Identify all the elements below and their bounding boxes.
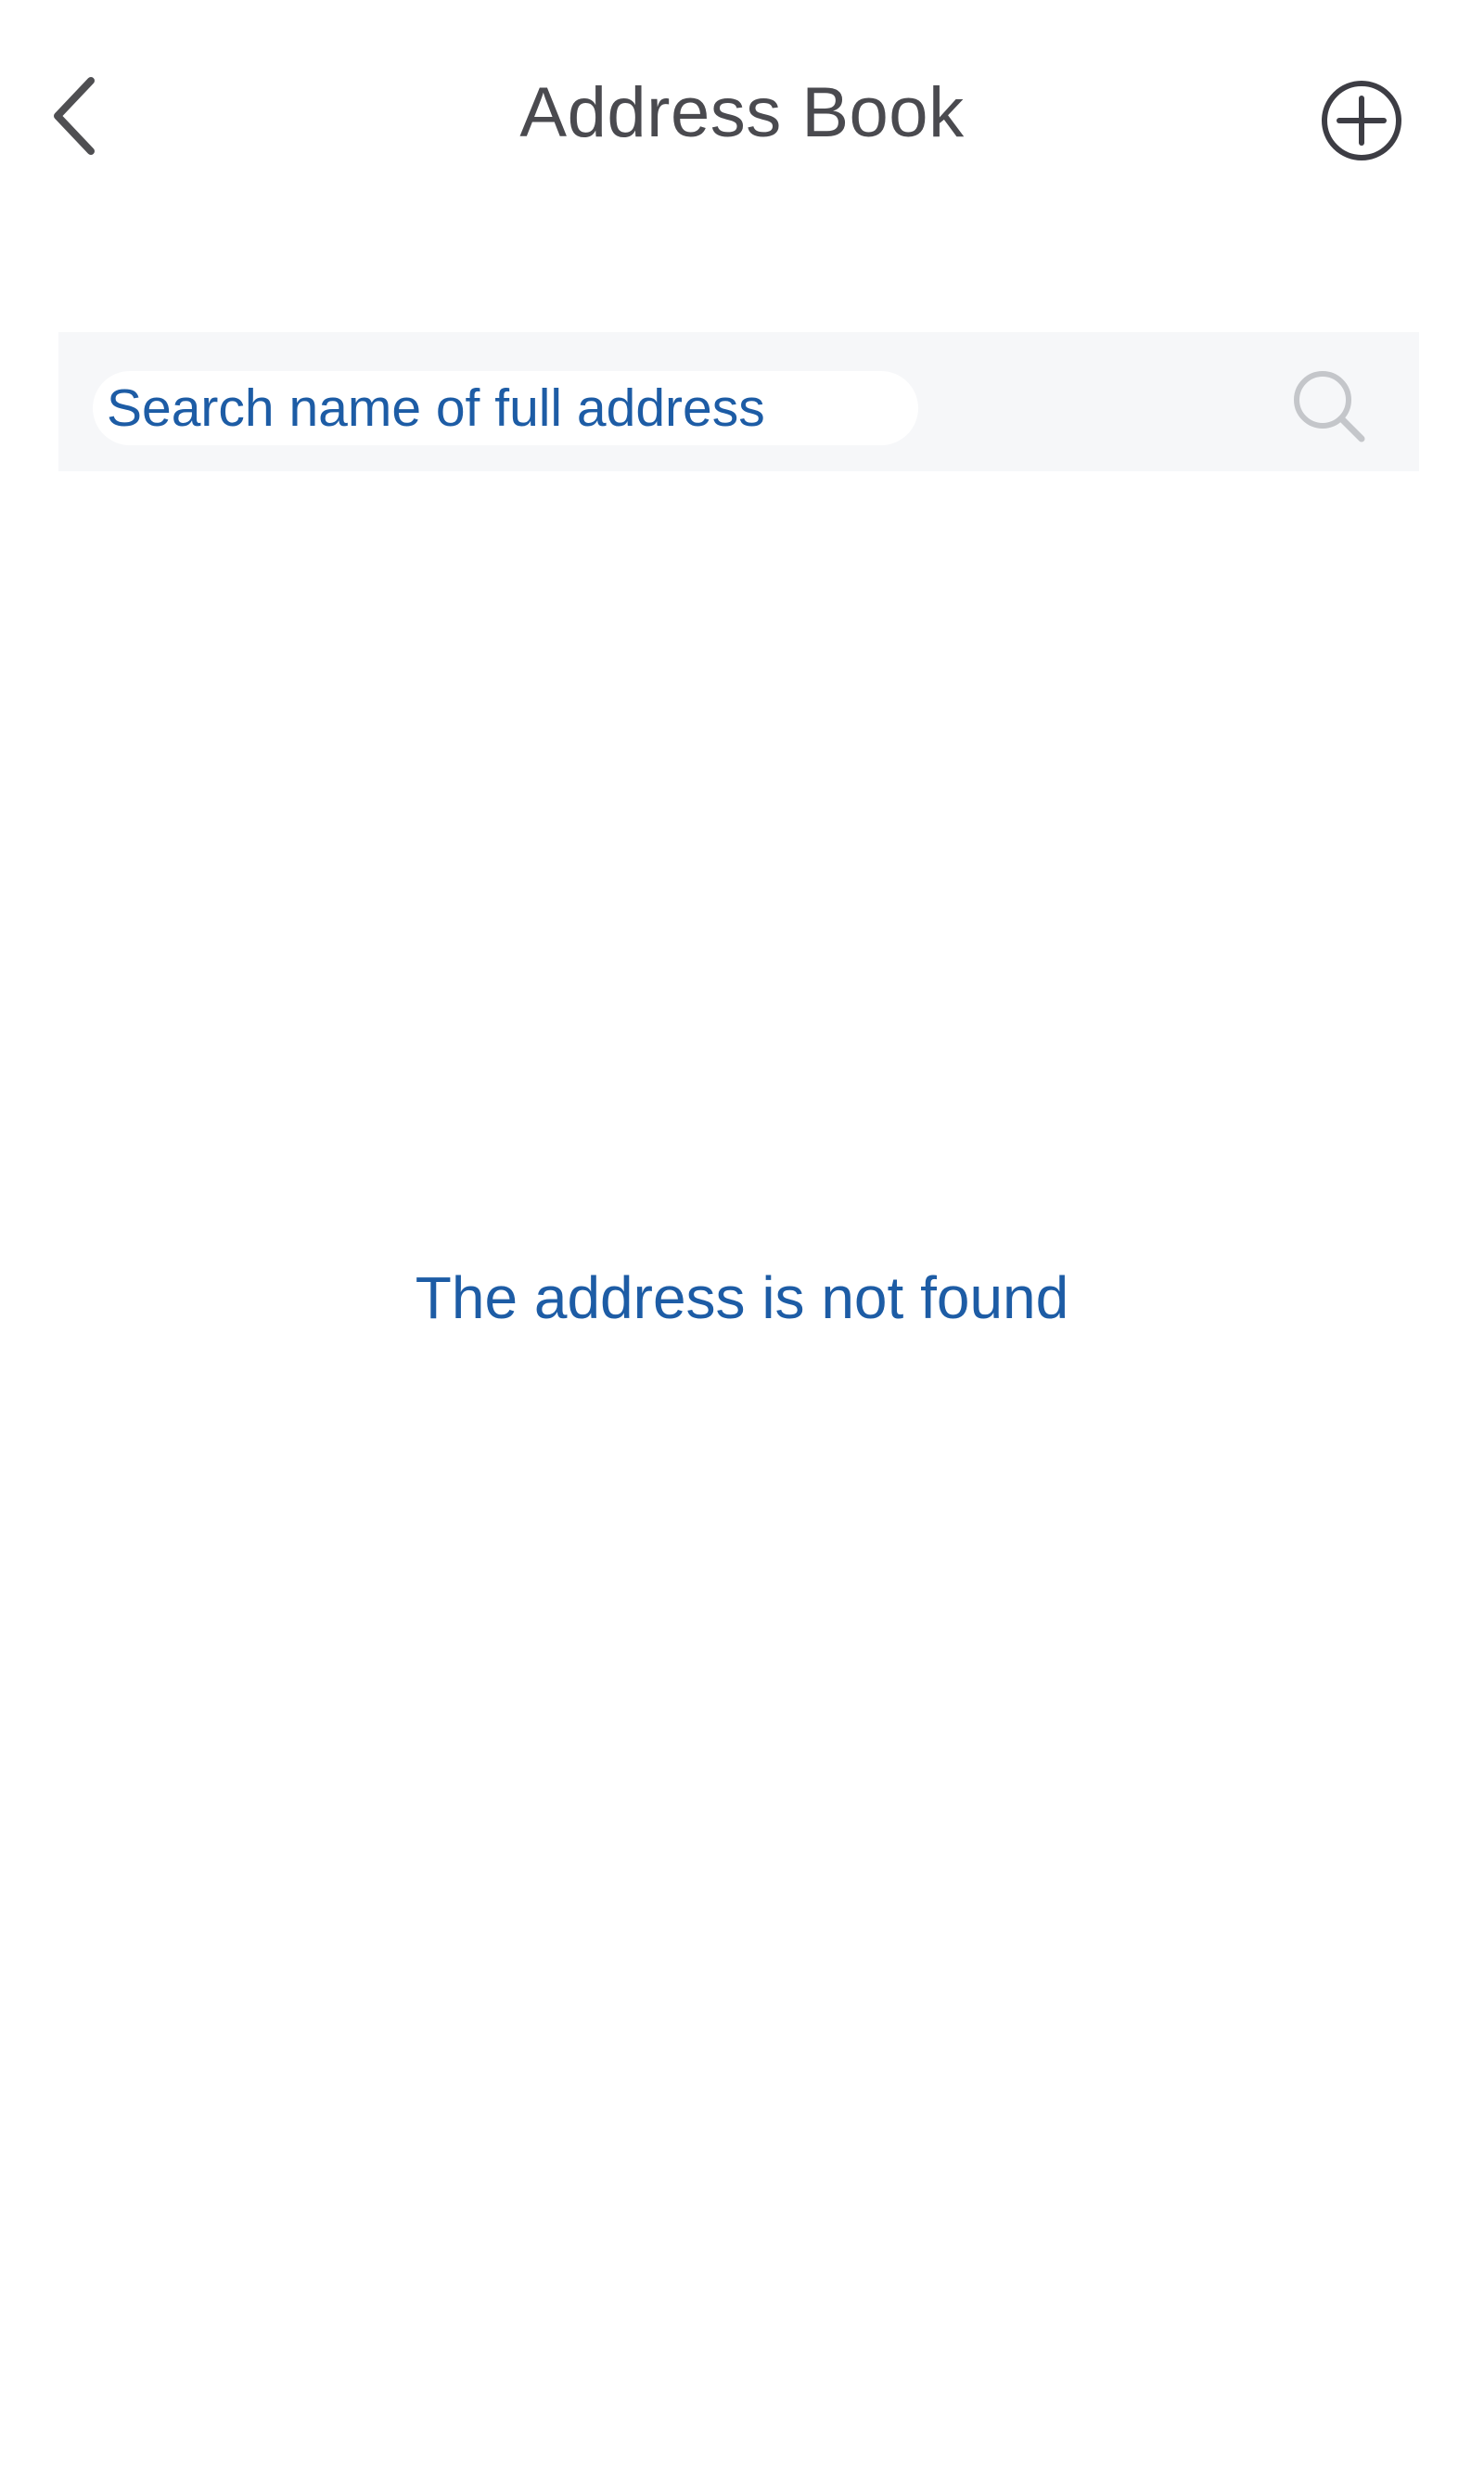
search-button[interactable] [1287, 365, 1371, 448]
address-book-screen: Address Book The address is not found [0, 0, 1484, 2486]
top-bar: Address Book [0, 0, 1484, 232]
add-address-button[interactable] [1315, 74, 1408, 167]
search-icon [1294, 371, 1365, 442]
search-bar [58, 332, 1419, 471]
empty-state-message: The address is not found [415, 1264, 1069, 1331]
page-title: Address Book [519, 73, 965, 152]
plus-circle-icon [1322, 81, 1401, 160]
search-input[interactable] [93, 371, 918, 445]
